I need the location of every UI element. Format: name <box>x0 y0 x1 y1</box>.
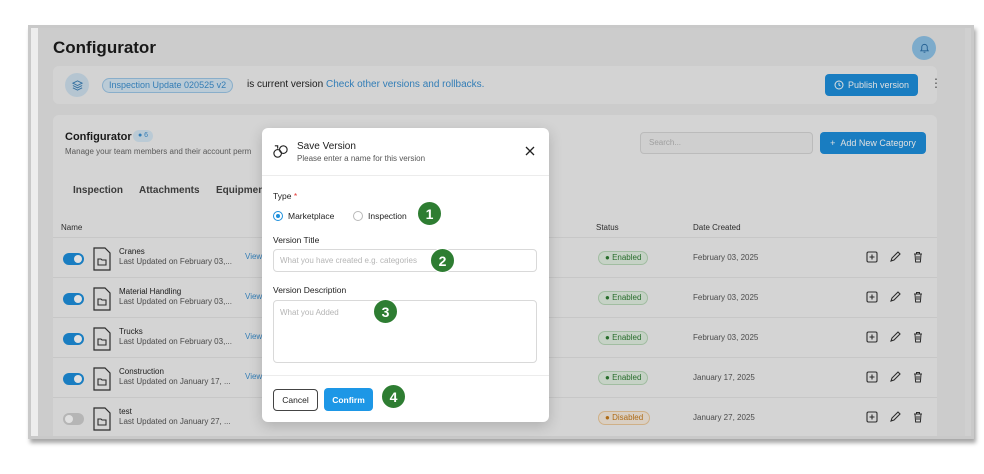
radio-inspection[interactable] <box>353 211 363 221</box>
required-mark: * <box>293 191 298 201</box>
version-switch-icon <box>273 145 288 158</box>
step-marker-4: 4 <box>381 384 406 409</box>
step-marker-1: 1 <box>417 201 442 226</box>
cancel-button[interactable]: Cancel <box>273 389 318 411</box>
step-marker-2: 2 <box>430 248 455 273</box>
modal-title: Save Version <box>297 141 356 152</box>
version-description-input[interactable]: What you Added <box>273 300 537 363</box>
radio-marketplace[interactable] <box>273 211 283 221</box>
confirm-button[interactable]: Confirm <box>324 388 373 411</box>
step-marker-3: 3 <box>373 299 398 324</box>
type-label: Type * <box>273 191 298 201</box>
version-description-label: Version Description <box>273 285 347 295</box>
modal-header: Save Version Please enter a name for thi… <box>262 128 549 176</box>
save-version-modal: Save Version Please enter a name for thi… <box>262 128 549 422</box>
modal-subtitle: Please enter a name for this version <box>297 154 426 163</box>
radio-inspection-label: Inspection <box>368 211 407 221</box>
version-title-input[interactable]: What you have created e.g. categories <box>273 249 537 272</box>
version-title-label: Version Title <box>273 235 320 245</box>
close-icon[interactable] <box>524 145 536 157</box>
radio-marketplace-label: Marketplace <box>288 211 335 221</box>
